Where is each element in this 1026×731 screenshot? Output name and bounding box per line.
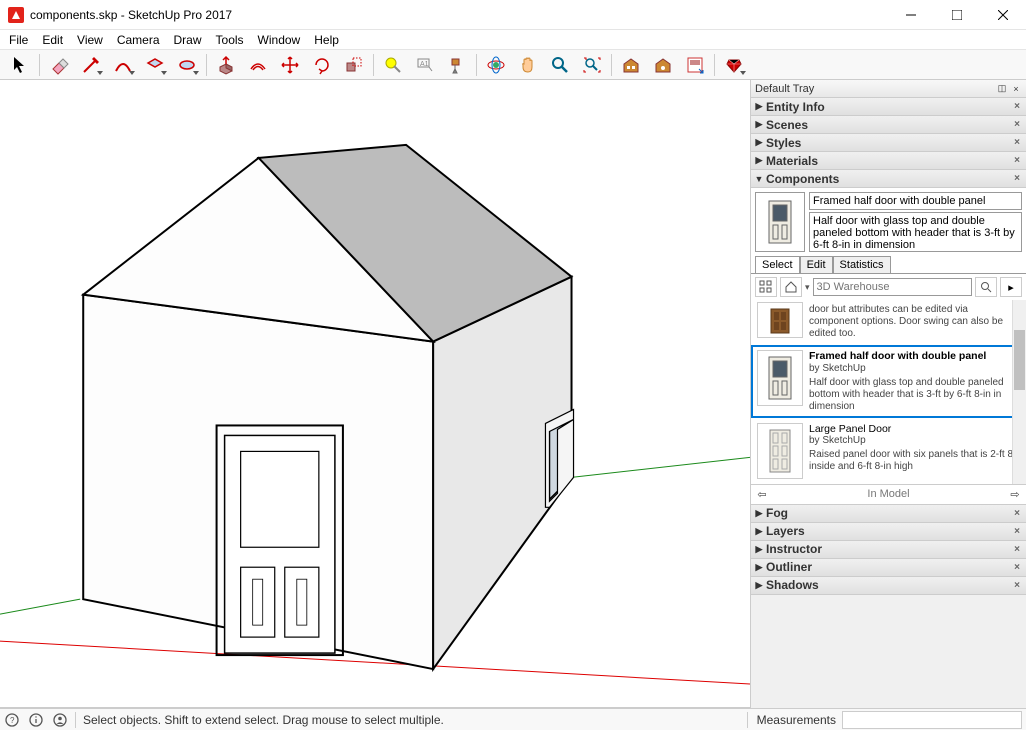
default-tray: Default Tray ◫ × ▶Entity Info× ▶Scenes× …	[750, 80, 1026, 708]
panel-layers[interactable]: ▶Layers×	[751, 523, 1026, 541]
pin-icon[interactable]: ◫	[996, 83, 1008, 95]
user-icon[interactable]	[48, 709, 72, 731]
viewport-3d[interactable]	[0, 80, 750, 708]
text-tool[interactable]: A1	[410, 52, 440, 78]
menu-file[interactable]: File	[2, 31, 35, 49]
components-view-mode[interactable]	[755, 277, 777, 297]
menubar: File Edit View Camera Draw Tools Window …	[0, 30, 1026, 50]
svg-text:?: ?	[10, 716, 15, 725]
components-panel-body: Half door with glass top and double pane…	[751, 188, 1026, 505]
orbit-tool[interactable]	[481, 52, 511, 78]
menu-window[interactable]: Window	[251, 31, 308, 49]
minimize-button[interactable]	[888, 0, 934, 30]
line-tool[interactable]	[76, 52, 106, 78]
panel-components[interactable]: ▼Components×	[751, 170, 1026, 188]
menu-tools[interactable]: Tools	[209, 31, 251, 49]
panel-materials[interactable]: ▶Materials×	[751, 152, 1026, 170]
svg-text:A1: A1	[420, 61, 429, 68]
component-item[interactable]: Large Panel Door by SketchUp Raised pane…	[751, 418, 1026, 484]
zoom-extents-tool[interactable]	[577, 52, 607, 78]
titlebar: components.skp - SketchUp Pro 2017	[0, 0, 1026, 30]
components-menu[interactable]: ▸	[1000, 277, 1022, 297]
menu-draw[interactable]: Draw	[167, 31, 209, 49]
ruby-tool[interactable]	[719, 52, 749, 78]
tray-close-icon[interactable]: ×	[1010, 83, 1022, 95]
tab-select[interactable]: Select	[755, 256, 800, 273]
components-home[interactable]	[780, 277, 802, 297]
select-tool[interactable]	[5, 52, 35, 78]
measurements-label: Measurements	[751, 713, 842, 727]
search-3d-warehouse[interactable]	[813, 278, 972, 296]
zoom-tool[interactable]	[545, 52, 575, 78]
layout-tool[interactable]	[680, 52, 710, 78]
tray-title: Default Tray ◫ ×	[751, 80, 1026, 98]
app-icon	[8, 7, 24, 23]
rectangle-tool[interactable]	[140, 52, 170, 78]
pushpull-tool[interactable]	[211, 52, 241, 78]
statusbar: ? Select objects. Shift to extend select…	[0, 708, 1026, 730]
tab-statistics[interactable]: Statistics	[833, 256, 891, 273]
nav-forward[interactable]: ⇨	[1004, 488, 1026, 501]
window-title: components.skp - SketchUp Pro 2017	[30, 8, 888, 22]
search-button[interactable]	[975, 277, 997, 297]
component-item-selected[interactable]: Framed half door with double panel by Sk…	[751, 345, 1026, 418]
components-list: door but attributes can be edited via co…	[751, 300, 1026, 484]
tape-tool[interactable]	[378, 52, 408, 78]
components-scrollbar[interactable]	[1012, 300, 1026, 484]
paint-tool[interactable]	[442, 52, 472, 78]
panel-entity-info[interactable]: ▶Entity Info×	[751, 98, 1026, 116]
component-tabs: Select Edit Statistics	[751, 256, 1026, 274]
offset-tool[interactable]	[243, 52, 273, 78]
tab-edit[interactable]: Edit	[800, 256, 833, 273]
component-thumbnail	[755, 192, 805, 252]
panel-shadows[interactable]: ▶Shadows×	[751, 577, 1026, 595]
eraser-tool[interactable]	[44, 52, 74, 78]
close-button[interactable]	[980, 0, 1026, 30]
rotate-tool[interactable]	[307, 52, 337, 78]
component-item[interactable]: door but attributes can be edited via co…	[751, 300, 1026, 345]
panel-styles[interactable]: ▶Styles×	[751, 134, 1026, 152]
component-desc-input[interactable]: Half door with glass top and double pane…	[809, 212, 1022, 252]
move-tool[interactable]	[275, 52, 305, 78]
menu-camera[interactable]: Camera	[110, 31, 167, 49]
menu-edit[interactable]: Edit	[35, 31, 70, 49]
component-name-input[interactable]	[809, 192, 1022, 210]
nav-back[interactable]: ⇦	[751, 488, 773, 501]
panel-scenes[interactable]: ▶Scenes×	[751, 116, 1026, 134]
menu-view[interactable]: View	[70, 31, 110, 49]
pan-tool[interactable]	[513, 52, 543, 78]
components-nav: ⇦ In Model ⇨	[751, 484, 1026, 504]
maximize-button[interactable]	[934, 0, 980, 30]
panel-fog[interactable]: ▶Fog×	[751, 505, 1026, 523]
info-icon[interactable]	[24, 709, 48, 731]
menu-help[interactable]: Help	[307, 31, 346, 49]
status-message: Select objects. Shift to extend select. …	[79, 713, 744, 727]
circle-tool[interactable]	[172, 52, 202, 78]
help-icon[interactable]: ?	[0, 709, 24, 731]
scale-tool[interactable]	[339, 52, 369, 78]
arc-tool[interactable]	[108, 52, 138, 78]
measurements-input[interactable]	[842, 711, 1022, 729]
panel-outliner[interactable]: ▶Outliner×	[751, 559, 1026, 577]
toolbar: A1	[0, 50, 1026, 80]
extension-warehouse-tool[interactable]	[648, 52, 678, 78]
warehouse-tool[interactable]	[616, 52, 646, 78]
panel-instructor[interactable]: ▶Instructor×	[751, 541, 1026, 559]
